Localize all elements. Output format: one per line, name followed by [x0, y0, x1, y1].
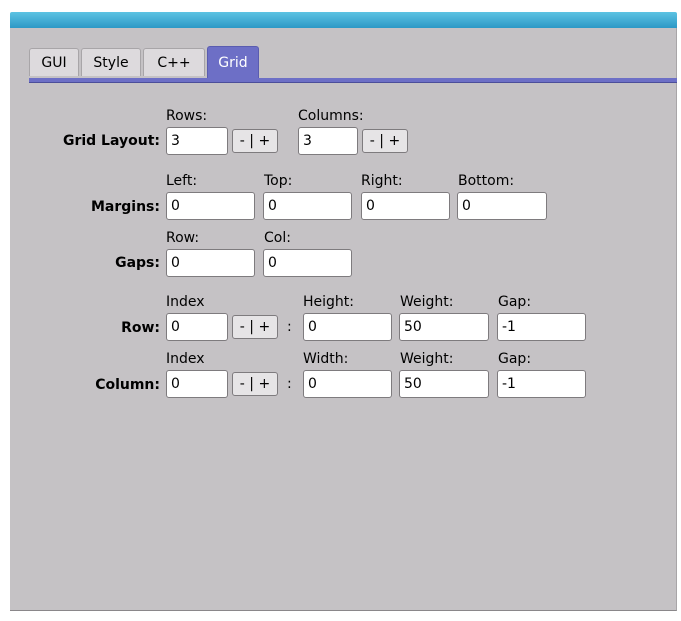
- margin-bottom-input[interactable]: [457, 192, 547, 220]
- tab-underline: [29, 78, 677, 83]
- margin-top-input[interactable]: [263, 192, 352, 220]
- gap-row-input[interactable]: [166, 249, 255, 277]
- column-gap-input[interactable]: [497, 370, 586, 398]
- margin-left-input[interactable]: [166, 192, 255, 220]
- margins-label: Margins:: [90, 199, 160, 215]
- column-index-label: Index: [166, 351, 205, 367]
- row-index-stepper[interactable]: - | +: [232, 315, 278, 339]
- gap-col-input[interactable]: [263, 249, 352, 277]
- row-weight-input[interactable]: [399, 313, 489, 341]
- row-gap-label: Gap:: [498, 294, 532, 310]
- row-height-label: Height:: [303, 294, 354, 310]
- columns-input[interactable]: [298, 127, 358, 155]
- column-width-label: Width:: [303, 351, 349, 367]
- row-index-label: Index: [166, 294, 205, 310]
- gap-col-label: Col:: [264, 230, 291, 246]
- row-height-input[interactable]: [303, 313, 392, 341]
- gaps-label: Gaps:: [115, 255, 160, 271]
- row-separator: :: [287, 319, 292, 335]
- gap-row-label: Row:: [166, 230, 200, 246]
- rows-stepper[interactable]: - | +: [232, 129, 278, 153]
- column-index-stepper[interactable]: - | +: [232, 372, 278, 396]
- margin-right-input[interactable]: [361, 192, 450, 220]
- rows-label: Rows:: [166, 108, 208, 124]
- row-label: Row:: [121, 320, 160, 336]
- grid-layout-label: Grid Layout:: [62, 133, 160, 149]
- column-index-input[interactable]: [166, 370, 228, 398]
- window-title-bar: [10, 12, 677, 28]
- tab-style[interactable]: Style: [81, 48, 141, 76]
- column-label: Column:: [95, 377, 160, 393]
- columns-label: Columns:: [298, 108, 364, 124]
- tab-grid[interactable]: Grid: [207, 46, 259, 78]
- tab-cpp[interactable]: C++: [143, 48, 205, 76]
- margin-left-label: Left:: [166, 173, 198, 189]
- columns-stepper[interactable]: - | +: [362, 129, 408, 153]
- rows-input[interactable]: [166, 127, 228, 155]
- row-weight-label: Weight:: [400, 294, 454, 310]
- margin-top-label: Top:: [264, 173, 293, 189]
- column-weight-input[interactable]: [399, 370, 489, 398]
- column-weight-label: Weight:: [400, 351, 454, 367]
- row-gap-input[interactable]: [497, 313, 586, 341]
- column-width-input[interactable]: [303, 370, 392, 398]
- column-separator: :: [287, 376, 292, 392]
- margin-right-label: Right:: [361, 173, 403, 189]
- tab-gui[interactable]: GUI: [29, 48, 79, 76]
- row-index-input[interactable]: [166, 313, 228, 341]
- column-gap-label: Gap:: [498, 351, 532, 367]
- margin-bottom-label: Bottom:: [458, 173, 515, 189]
